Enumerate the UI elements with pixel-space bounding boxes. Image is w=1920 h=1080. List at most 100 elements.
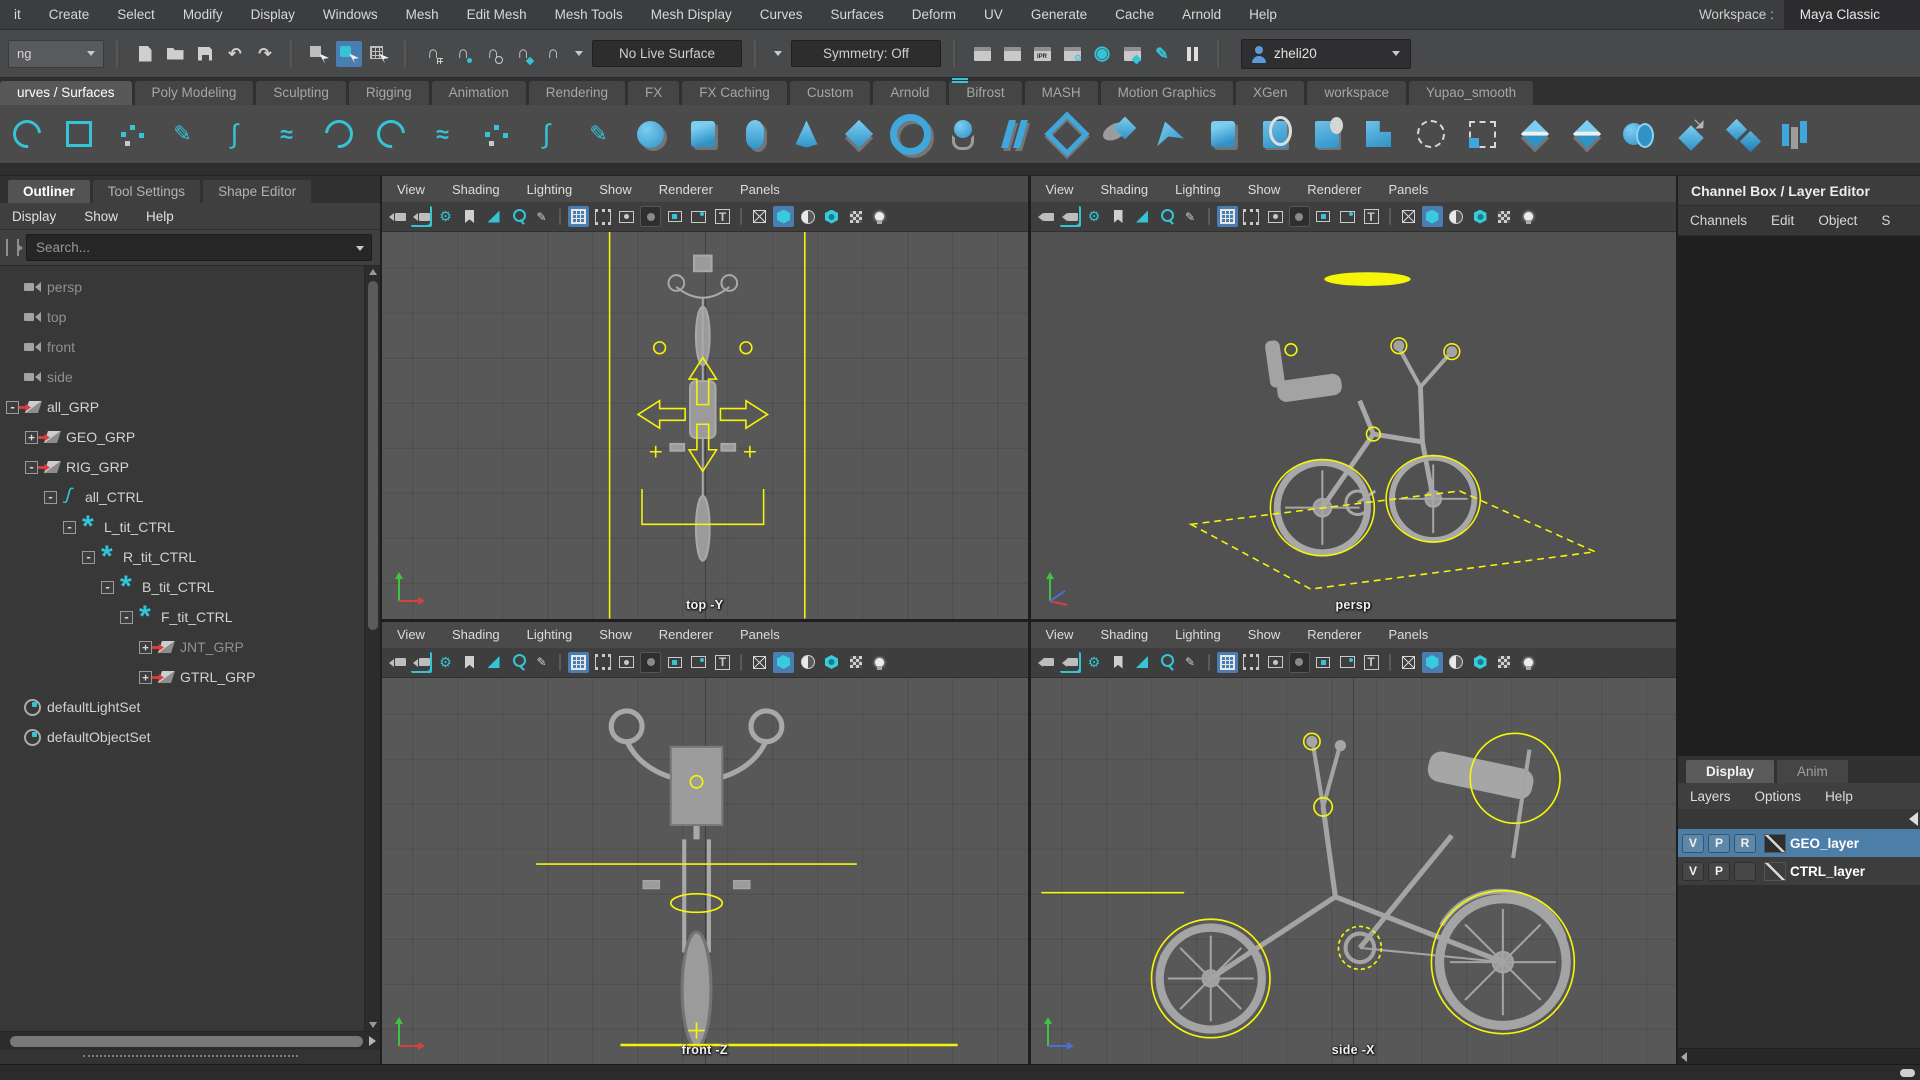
field-chart-icon[interactable] bbox=[664, 652, 685, 673]
film-gate-icon[interactable] bbox=[592, 652, 613, 673]
grease-pencil-icon[interactable]: ✎ bbox=[531, 206, 552, 227]
project-curve-icon[interactable] bbox=[1408, 112, 1453, 157]
layer-visible-toggle[interactable]: V bbox=[1682, 833, 1704, 853]
wireframe-on-shaded-icon[interactable] bbox=[845, 206, 866, 227]
render-settings-icon[interactable] bbox=[1059, 41, 1085, 67]
outliner-vertical-scrollbar[interactable] bbox=[364, 266, 380, 1031]
bookmark-icon[interactable] bbox=[459, 206, 480, 227]
outliner-item[interactable]: - L_tit_CTRL bbox=[0, 512, 364, 542]
grease-pencil-curve-icon[interactable]: ✎ bbox=[576, 112, 621, 157]
camera-attributes-icon[interactable]: ⚙ bbox=[1084, 206, 1105, 227]
bookmark-icon[interactable] bbox=[459, 652, 480, 673]
camera-lock-icon[interactable] bbox=[411, 652, 432, 673]
outliner-menu-item[interactable]: Help bbox=[146, 209, 174, 224]
outliner-item[interactable]: side bbox=[0, 362, 364, 392]
extrude-icon[interactable] bbox=[1096, 112, 1141, 157]
viewport-menu-item[interactable]: View bbox=[397, 182, 425, 197]
filter-icon[interactable] bbox=[6, 239, 23, 256]
hud-icon[interactable]: T bbox=[712, 206, 733, 227]
cv-curve-icon[interactable]: ∫ bbox=[212, 112, 257, 157]
curve-fillet-icon[interactable]: ≈ bbox=[420, 112, 465, 157]
menubar-item[interactable]: Select bbox=[103, 0, 169, 30]
layer-editor-horizontal-scrollbar[interactable] bbox=[1678, 1048, 1920, 1064]
camera-icon[interactable] bbox=[387, 652, 408, 673]
expand-toggle-icon[interactable]: - bbox=[82, 550, 95, 564]
separator[interactable] bbox=[740, 653, 742, 671]
shelf-tab[interactable]: MASH bbox=[1024, 81, 1098, 105]
toolbar-grip[interactable] bbox=[116, 39, 120, 68]
bevel-plus-icon[interactable] bbox=[1356, 112, 1401, 157]
add-points-icon[interactable] bbox=[472, 112, 517, 157]
separator[interactable] bbox=[1388, 653, 1391, 671]
shelf-tab[interactable]: Rendering bbox=[528, 81, 626, 105]
camera-lock-icon[interactable] bbox=[411, 206, 432, 227]
menubar-item[interactable]: Mesh Tools bbox=[541, 0, 637, 30]
shelf-tab[interactable]: Motion Graphics bbox=[1100, 81, 1233, 105]
hud-icon[interactable]: T bbox=[1361, 206, 1382, 227]
wireframe-icon[interactable] bbox=[1398, 652, 1419, 673]
shelf-tab[interactable]: FX bbox=[628, 81, 680, 105]
bezier-curve-icon[interactable]: ≈ bbox=[264, 112, 309, 157]
expand-toggle-icon[interactable]: + bbox=[25, 430, 38, 444]
textured-icon[interactable] bbox=[1470, 652, 1491, 673]
expand-toggle-icon[interactable]: - bbox=[120, 610, 133, 624]
shaded-icon[interactable] bbox=[773, 206, 794, 227]
isolate-select-icon[interactable] bbox=[1132, 206, 1153, 227]
loft-icon[interactable] bbox=[992, 112, 1037, 157]
outliner-item[interactable]: - RIG_GRP bbox=[0, 452, 364, 482]
revolve-icon[interactable] bbox=[940, 112, 985, 157]
resolution-gate-icon[interactable] bbox=[616, 206, 637, 227]
menubar-item[interactable]: Arnold bbox=[1168, 0, 1235, 30]
grid-icon[interactable] bbox=[568, 206, 589, 227]
layer-display-type-toggle[interactable]: R bbox=[1734, 833, 1756, 853]
new-scene-icon[interactable] bbox=[132, 41, 158, 67]
field-chart-icon[interactable] bbox=[1313, 652, 1334, 673]
menubar-item[interactable]: Create bbox=[35, 0, 104, 30]
menubar-item[interactable]: Generate bbox=[1017, 0, 1101, 30]
menubar-item[interactable]: Display bbox=[237, 0, 309, 30]
live-surface-field[interactable]: No Live Surface bbox=[592, 40, 742, 67]
viewport-menu-item[interactable]: Panels bbox=[1388, 182, 1428, 197]
wireframe-on-shaded-icon[interactable] bbox=[1494, 206, 1515, 227]
isolate-select-icon[interactable] bbox=[483, 652, 504, 673]
outliner-item[interactable]: + GEO_GRP bbox=[0, 422, 364, 452]
layer-playback-toggle[interactable]: P bbox=[1708, 833, 1730, 853]
untrim-icon[interactable] bbox=[1512, 112, 1557, 157]
film-gate-icon[interactable] bbox=[1241, 206, 1262, 227]
default-material-icon[interactable] bbox=[797, 652, 818, 673]
toolbar-grip[interactable] bbox=[290, 39, 294, 68]
grease-pencil-icon[interactable]: ✎ bbox=[1180, 206, 1201, 227]
default-material-icon[interactable] bbox=[1446, 206, 1467, 227]
zoom-region-icon[interactable] bbox=[1156, 206, 1177, 227]
snap-to-point-icon[interactable]: ∩ bbox=[480, 40, 506, 66]
viewport-menu-item[interactable]: Panels bbox=[740, 627, 780, 642]
bookmark-icon[interactable] bbox=[1108, 206, 1129, 227]
zoom-region-icon[interactable] bbox=[1156, 652, 1177, 673]
panel-tab[interactable]: Shape Editor bbox=[203, 180, 312, 203]
viewport-menu-item[interactable]: Lighting bbox=[1175, 627, 1221, 642]
two-point-arc-icon[interactable] bbox=[368, 112, 413, 157]
viewport-canvas-persp[interactable]: persp bbox=[1030, 232, 1676, 619]
layer-color-swatch[interactable] bbox=[1764, 861, 1786, 881]
trim-tool-icon[interactable] bbox=[1460, 112, 1505, 157]
default-material-icon[interactable] bbox=[797, 206, 818, 227]
channel-box-title[interactable]: Channel Box / Layer Editor bbox=[1678, 176, 1920, 206]
grid-icon[interactable] bbox=[1216, 206, 1238, 227]
outliner-item[interactable]: top bbox=[0, 302, 364, 332]
corner-scrollbar-thumb[interactable] bbox=[1900, 1069, 1915, 1077]
viewport-menu-item[interactable]: Renderer bbox=[1307, 627, 1361, 642]
outliner-item[interactable]: + GTRL_GRP bbox=[0, 662, 364, 692]
outliner-item[interactable]: + JNT_GRP bbox=[0, 632, 364, 662]
collapse-left-icon[interactable] bbox=[1909, 812, 1918, 826]
chevron-down-icon[interactable] bbox=[356, 246, 364, 251]
gate-mask-icon[interactable] bbox=[640, 206, 661, 227]
outliner-menu-item[interactable]: Show bbox=[84, 209, 118, 224]
intersect-surfaces-icon[interactable] bbox=[1564, 112, 1609, 157]
select-by-component-icon[interactable] bbox=[366, 41, 392, 67]
viewport-menu-item[interactable]: Show bbox=[599, 182, 632, 197]
separator[interactable] bbox=[1207, 653, 1210, 671]
layer-playback-toggle[interactable]: P bbox=[1708, 861, 1730, 881]
attach-surfaces-icon[interactable] bbox=[1616, 112, 1661, 157]
boundary-icon[interactable] bbox=[1200, 112, 1245, 157]
default-material-icon[interactable] bbox=[1446, 652, 1467, 673]
